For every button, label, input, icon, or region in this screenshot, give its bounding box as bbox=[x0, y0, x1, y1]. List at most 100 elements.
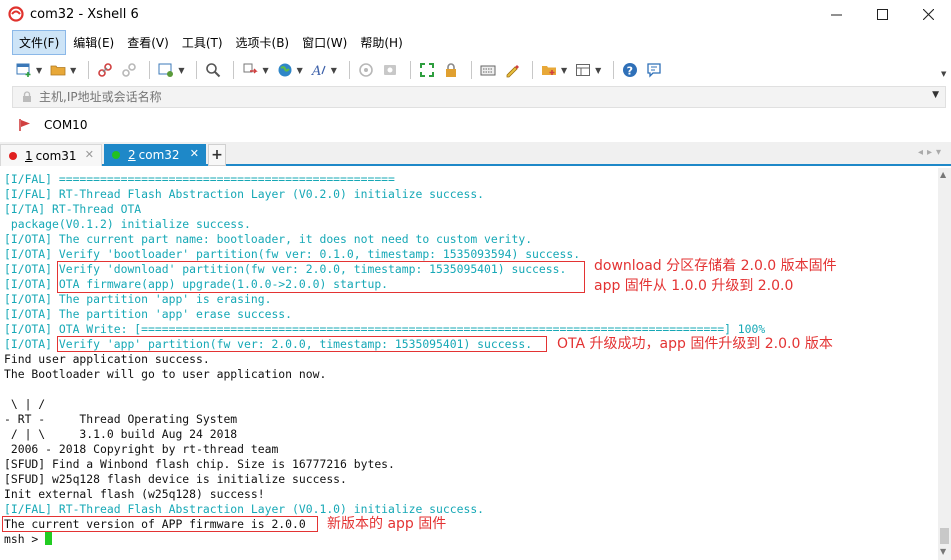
globe-icon bbox=[278, 63, 292, 77]
maximize-button[interactable] bbox=[859, 0, 905, 28]
close-tab-icon[interactable]: ✕ bbox=[85, 148, 94, 161]
terminal-line: [I/OTA] The partition 'app' is erasing. bbox=[4, 292, 272, 306]
lock-icon bbox=[445, 63, 456, 77]
new-session-button[interactable] bbox=[14, 60, 34, 80]
open-dropdown-icon[interactable]: ▼ bbox=[70, 66, 76, 75]
chat-icon bbox=[647, 63, 661, 78]
open-button[interactable] bbox=[48, 60, 68, 80]
connect-button[interactable] bbox=[95, 60, 115, 80]
terminal-line: / | \ 3.1.0 build Aug 24 2018 bbox=[4, 427, 238, 441]
terminal-line: [I/OTA] The partition 'app' erase succes… bbox=[4, 307, 293, 321]
annotation-version-note: 新版本的 app 固件 bbox=[327, 516, 447, 532]
tab-com31[interactable]: 1 com31 ✕ bbox=[0, 144, 102, 166]
terminal-line: Init external flash (w25q128) success! bbox=[4, 487, 265, 501]
menu-file[interactable]: 文件(F) bbox=[12, 29, 67, 55]
tab-group-dropdown-icon[interactable]: ▼ bbox=[561, 66, 567, 75]
properties-dropdown-icon[interactable]: ▼ bbox=[178, 66, 184, 75]
scroll-down-icon[interactable]: ▼ bbox=[940, 547, 946, 556]
terminal-prompt-line: msh > bbox=[4, 532, 53, 547]
minimize-button[interactable] bbox=[813, 0, 859, 28]
toolbar-divider bbox=[409, 61, 411, 79]
new-session-dropdown-icon[interactable]: ▼ bbox=[36, 66, 42, 75]
toolbar-divider bbox=[470, 61, 472, 79]
fullscreen-button[interactable] bbox=[417, 60, 437, 80]
terminal-line: [SFUD] Find a Winbond flash chip. Size i… bbox=[4, 457, 395, 471]
menu-window[interactable]: 窗口(W) bbox=[296, 31, 353, 54]
find-button[interactable] bbox=[203, 60, 223, 80]
annotation-download-note: download 分区存储着 2.0.0 版本固件 bbox=[594, 258, 837, 274]
toolbar-divider bbox=[613, 61, 615, 79]
folder-add-icon bbox=[541, 66, 556, 75]
session-link-com10[interactable]: COM10 bbox=[44, 118, 87, 132]
font-button[interactable]: A bbox=[309, 60, 329, 80]
terminal-line: Find user application success. bbox=[4, 352, 210, 366]
tab-com32[interactable]: 2 com32 ✕ bbox=[104, 144, 206, 166]
toolbar-divider bbox=[233, 61, 235, 79]
message-button[interactable] bbox=[644, 60, 664, 80]
menu-help[interactable]: 帮助(H) bbox=[354, 31, 408, 54]
tab-label: com31 bbox=[35, 148, 77, 163]
host-address-input[interactable] bbox=[39, 90, 919, 104]
session-flag-icon bbox=[19, 119, 30, 131]
annotation-box-app-verify bbox=[57, 336, 547, 352]
help-icon: ? bbox=[623, 63, 638, 78]
globe-dropdown-icon[interactable]: ▼ bbox=[297, 66, 303, 75]
minimize-icon bbox=[830, 14, 842, 15]
layout-button[interactable] bbox=[573, 60, 593, 80]
annotation-upgrade-note: app 固件从 1.0.0 升级到 2.0.0 bbox=[594, 278, 794, 294]
transfer-button[interactable] bbox=[240, 60, 260, 80]
terminal-output[interactable]: [I/FAL] ================================… bbox=[0, 168, 938, 560]
font-icon: A bbox=[311, 64, 326, 78]
globe-button[interactable] bbox=[275, 60, 295, 80]
help-button[interactable]: ? bbox=[620, 60, 640, 80]
properties-button[interactable] bbox=[156, 60, 176, 80]
terminal-scrollbar[interactable]: ▲ ▼ bbox=[938, 168, 951, 560]
toolbar-divider bbox=[196, 61, 198, 79]
xshell-logo-icon bbox=[8, 6, 24, 22]
folder-icon bbox=[50, 65, 66, 76]
menu-edit[interactable]: 编辑(E) bbox=[67, 31, 120, 54]
scroll-up-icon[interactable]: ▲ bbox=[940, 170, 946, 179]
toolbar-divider bbox=[348, 61, 350, 79]
lock-button[interactable] bbox=[441, 60, 461, 80]
window-controls bbox=[813, 0, 951, 28]
scroll-thumb[interactable] bbox=[940, 528, 949, 544]
session-bar: COM10 bbox=[0, 112, 951, 138]
close-icon bbox=[922, 8, 934, 20]
tab-number: 1 bbox=[25, 148, 33, 163]
toolbar-divider bbox=[531, 61, 533, 79]
terminal-line: [I/OTA] The current part name: bootloade… bbox=[4, 232, 533, 246]
lock-icon bbox=[23, 91, 31, 102]
tab-scroll-arrows-icon[interactable]: ◂▸▾ bbox=[918, 147, 945, 158]
new-session-icon bbox=[16, 63, 31, 77]
menu-view[interactable]: 查看(V) bbox=[121, 31, 175, 54]
new-tab-group-button[interactable] bbox=[539, 60, 559, 80]
close-button[interactable] bbox=[905, 0, 951, 28]
toolbar: ▼ ▼ ▼ ▼ ▼ A ▼ ▼ ▼ ? bbox=[0, 56, 951, 84]
svg-text:?: ? bbox=[627, 65, 633, 78]
menu-tools[interactable]: 工具(T) bbox=[176, 31, 229, 54]
toolbar-overflow-icon[interactable]: ▼ bbox=[941, 70, 946, 78]
record-button[interactable] bbox=[380, 60, 400, 80]
close-tab-icon[interactable]: ✕ bbox=[190, 147, 199, 160]
toolbar-divider bbox=[149, 61, 151, 79]
font-dropdown-icon[interactable]: ▼ bbox=[331, 66, 337, 75]
transfer-dropdown-icon[interactable]: ▼ bbox=[262, 66, 268, 75]
transfer-icon bbox=[243, 63, 259, 74]
disconnect-button[interactable] bbox=[119, 60, 139, 80]
status-dot-icon bbox=[9, 151, 17, 160]
connect-icon bbox=[98, 63, 113, 77]
record-icon bbox=[383, 65, 396, 75]
terminal-line: \ | / bbox=[4, 397, 46, 411]
annotation-box-version bbox=[2, 516, 318, 532]
menu-tab[interactable]: 选项卡(B) bbox=[230, 31, 296, 54]
highlight-button[interactable] bbox=[502, 60, 522, 80]
address-bar: ▼ bbox=[12, 86, 946, 108]
layout-dropdown-icon[interactable]: ▼ bbox=[595, 66, 601, 75]
search-icon bbox=[206, 63, 221, 78]
keyboard-button[interactable] bbox=[478, 60, 498, 80]
add-tab-button[interactable]: + bbox=[208, 144, 226, 166]
address-dropdown-icon[interactable]: ▼ bbox=[932, 90, 939, 100]
script-button[interactable] bbox=[356, 60, 376, 80]
terminal-line: [I/FAL] RT-Thread Flash Abstraction Laye… bbox=[4, 187, 485, 201]
